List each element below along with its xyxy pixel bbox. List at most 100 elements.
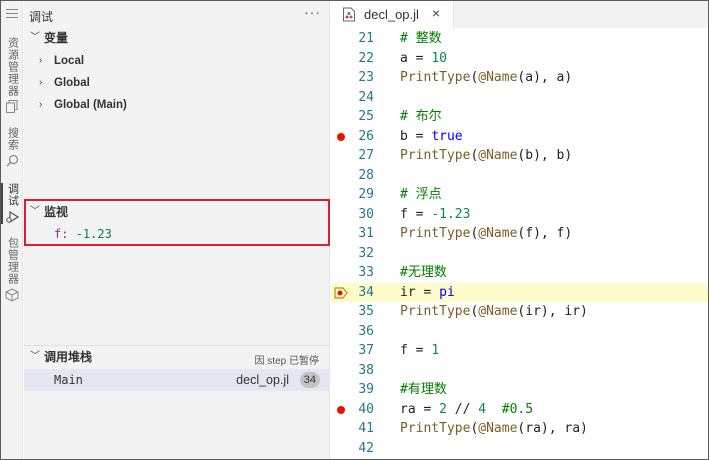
code-line[interactable]: 37 f = 1 bbox=[331, 341, 708, 361]
code-text: a = 10 bbox=[400, 50, 447, 66]
watch-section-header[interactable]: ﹀ 监视 bbox=[24, 201, 330, 223]
line-number: 38 bbox=[358, 362, 374, 378]
tab-bar: decl_op.jl × bbox=[331, 1, 708, 28]
code-line[interactable]: 30 f = -1.23 bbox=[331, 205, 708, 225]
activity-packages[interactable]: 包管理器 bbox=[1, 237, 23, 302]
code-line[interactable]: 41 PrintType(@Name(ra), ra) bbox=[331, 419, 708, 439]
code-text: #有理数 bbox=[400, 382, 447, 397]
stack-frame-function: Main bbox=[54, 373, 83, 387]
code-line[interactable]: 29 # 浮点 bbox=[331, 185, 708, 205]
line-number: 42 bbox=[358, 440, 374, 456]
code-line[interactable]: 21 # 整数 bbox=[331, 29, 708, 49]
paused-status: 因 step 已暂停 bbox=[254, 356, 319, 367]
line-number: 29 bbox=[358, 187, 374, 202]
line-number: 41 bbox=[358, 421, 374, 436]
variables-title: 变量 bbox=[44, 31, 69, 45]
line-number: 35 bbox=[358, 304, 374, 319]
code-text: PrintType(@Name(a), a) bbox=[400, 70, 573, 85]
current-breakpoint-icon[interactable] bbox=[334, 286, 348, 299]
code-text: PrintType(@Name(ra), ra) bbox=[400, 421, 588, 436]
code-line[interactable]: 39 #有理数 bbox=[331, 380, 708, 400]
run-debug-icon bbox=[5, 210, 19, 224]
code-text: f = -1.23 bbox=[400, 206, 471, 222]
code-line[interactable]: 35 PrintType(@Name(ir), ir) bbox=[331, 302, 708, 322]
activity-explorer-label: 资源管理器 bbox=[6, 37, 19, 97]
code-text: ir = pi bbox=[400, 284, 455, 300]
code-text: # 浮点 bbox=[400, 187, 442, 202]
package-icon bbox=[5, 288, 19, 302]
code-line-current[interactable]: 34 ir = pi bbox=[331, 282, 708, 302]
breakpoint-icon[interactable] bbox=[337, 132, 345, 141]
activity-bar: 资源管理器 搜索 调试 包管理器 bbox=[1, 1, 23, 459]
search-icon bbox=[6, 154, 18, 167]
watch-expression[interactable]: f: -1.23 bbox=[54, 227, 112, 241]
code-line[interactable]: 40 ra = 2 // 4 #0.5 bbox=[331, 400, 708, 420]
code-line[interactable]: 27 PrintType(@Name(b), b) bbox=[331, 146, 708, 166]
code-line[interactable]: 23 PrintType(@Name(a), a) bbox=[331, 68, 708, 88]
activity-debug[interactable]: 调试 bbox=[1, 183, 23, 224]
line-number: 24 bbox=[358, 89, 374, 105]
line-number: 28 bbox=[358, 167, 374, 183]
code-line[interactable]: 22 a = 10 bbox=[331, 49, 708, 69]
code-line[interactable]: 36 bbox=[331, 322, 708, 342]
scope-label: Global bbox=[54, 77, 90, 89]
code-text: # 整数 bbox=[400, 31, 442, 46]
code-line[interactable]: 26 b = true bbox=[331, 127, 708, 147]
line-number: 25 bbox=[358, 109, 374, 124]
chevron-right-icon: › bbox=[39, 55, 43, 66]
code-text: #无理数 bbox=[400, 265, 447, 280]
tab-label: decl_op.jl bbox=[364, 7, 419, 22]
scope-global[interactable]: › Global bbox=[24, 72, 330, 94]
code-line[interactable]: 38 bbox=[331, 361, 708, 381]
code-line[interactable]: 42 bbox=[331, 439, 708, 459]
menu-icon[interactable] bbox=[6, 9, 18, 21]
editor: decl_op.jl × 21 # 整数 22 a = 10 23 PrintType(@… bbox=[331, 1, 708, 459]
activity-search-label: 搜索 bbox=[6, 127, 19, 151]
watch-expression-value: -1.23 bbox=[75, 227, 112, 241]
chevron-right-icon: › bbox=[39, 99, 43, 110]
line-number: 23 bbox=[358, 70, 374, 85]
code-line[interactable]: 32 bbox=[331, 244, 708, 264]
activity-packages-label: 包管理器 bbox=[6, 237, 19, 285]
code-line[interactable]: 33 #无理数 bbox=[331, 263, 708, 283]
code-line[interactable]: 31 PrintType(@Name(f), f) bbox=[331, 224, 708, 244]
line-number: 34 bbox=[358, 284, 374, 300]
line-number: 36 bbox=[358, 323, 374, 339]
line-number: 31 bbox=[358, 226, 374, 241]
stack-frame-file: decl_op.jl bbox=[236, 373, 289, 387]
line-number: 40 bbox=[358, 401, 374, 417]
activity-search[interactable]: 搜索 bbox=[1, 127, 23, 167]
line-number: 32 bbox=[358, 245, 374, 261]
stack-frame-row[interactable]: Main decl_op.jl 34 bbox=[24, 369, 330, 391]
more-actions-icon[interactable]: ··· bbox=[304, 4, 321, 20]
chevron-right-icon: › bbox=[39, 77, 43, 88]
line-number: 26 bbox=[358, 128, 374, 144]
scope-global-main[interactable]: › Global (Main) bbox=[24, 94, 330, 116]
code-text: PrintType(@Name(b), b) bbox=[400, 148, 573, 163]
line-number: 37 bbox=[358, 343, 374, 358]
debug-sidebar: 调试 ··· ﹀ 变量 › Local › Global › Global (M… bbox=[24, 1, 330, 459]
scope-label: Local bbox=[54, 55, 85, 67]
line-number: 27 bbox=[358, 148, 374, 163]
breakpoint-icon[interactable] bbox=[337, 405, 345, 414]
close-icon[interactable]: × bbox=[432, 5, 440, 21]
callstack-title: 调用堆栈 bbox=[44, 350, 93, 364]
code-text: ra = 2 // 4 #0.5 bbox=[400, 401, 534, 417]
activity-explorer[interactable]: 资源管理器 bbox=[1, 37, 23, 113]
code-text: f = 1 bbox=[400, 343, 440, 358]
code-line[interactable]: 28 bbox=[331, 166, 708, 186]
code-line[interactable]: 25 # 布尔 bbox=[331, 107, 708, 127]
chevron-down-icon: ﹀ bbox=[30, 32, 40, 43]
chevron-down-icon: ﹀ bbox=[30, 351, 40, 362]
line-number: 21 bbox=[358, 31, 374, 46]
watch-title: 监视 bbox=[44, 205, 69, 219]
line-number: 33 bbox=[358, 265, 374, 280]
code-text: PrintType(@Name(f), f) bbox=[400, 226, 573, 241]
scope-label: Global (Main) bbox=[54, 99, 127, 111]
files-icon bbox=[6, 100, 18, 113]
code-line[interactable]: 24 bbox=[331, 88, 708, 108]
activity-debug-label: 调试 bbox=[6, 183, 19, 207]
variables-section-header[interactable]: ﹀ 变量 bbox=[24, 27, 330, 49]
tab-decl-op[interactable]: decl_op.jl × bbox=[331, 1, 454, 28]
scope-local[interactable]: › Local bbox=[24, 50, 330, 72]
